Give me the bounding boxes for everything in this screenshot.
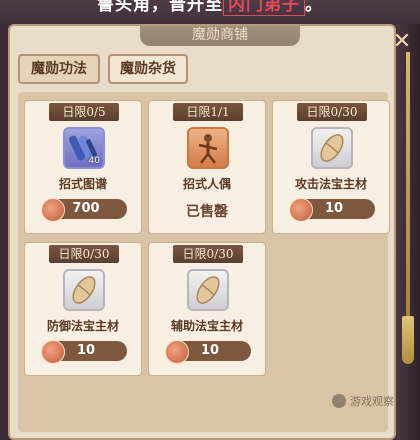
item-name: 招式人偶 (182, 177, 231, 191)
tab-sundries[interactable]: 魔勋杂货 (108, 54, 188, 84)
watermark: 游戏观察 (332, 392, 394, 410)
item-name: 攻击法宝主材 (294, 177, 367, 191)
jade-material-icon (63, 269, 105, 311)
item-name: 辅助法宝主材 (170, 319, 243, 333)
shop-item-card[interactable]: 日限0/30 辅助法宝主材 10 (148, 242, 266, 376)
tassel-cord (406, 52, 410, 322)
item-name: 防御法宝主材 (46, 319, 119, 333)
daily-limit-tag: 日限0/30 (173, 245, 243, 263)
item-name: 招式图谱 (58, 177, 107, 191)
banner-prefix: 鲁头角，晋升至 (97, 0, 223, 15)
sold-out-label: 已售罄 (186, 204, 228, 220)
puppet-icon (187, 127, 229, 169)
scroll-icon: 40 (63, 127, 105, 169)
shop-item-card[interactable]: 日限0/5 40 招式图谱 700 (24, 100, 142, 234)
banner-suffix: 。 (305, 0, 323, 15)
price-bar: 10 (41, 340, 127, 364)
item-price: 10 (200, 343, 220, 358)
daily-limit-tag: 日限0/30 (49, 245, 119, 263)
item-price: 700 (72, 201, 100, 216)
close-icon[interactable]: ✕ (390, 30, 414, 54)
panel-title: 魔勋商铺 (140, 26, 300, 46)
jade-material-icon (311, 127, 353, 169)
tab-martial-arts[interactable]: 魔勋功法 (18, 54, 100, 84)
tassel-icon (402, 316, 414, 364)
banner-highlight: 内门弟子 (223, 0, 305, 16)
left-frame (0, 24, 8, 440)
banner-line: 鲁头角，晋升至 内门弟子。 (0, 0, 420, 16)
shop-item-card[interactable]: 日限0/30 防御法宝主材 10 (24, 242, 142, 376)
watermark-logo-icon (332, 394, 346, 408)
daily-limit-tag: 日限0/5 (49, 103, 119, 121)
item-price: 10 (324, 201, 344, 216)
jade-material-icon (187, 269, 229, 311)
item-price: 10 (76, 343, 96, 358)
shop-item-card[interactable]: 日限0/30 攻击法宝主材 10 (272, 100, 390, 234)
daily-limit-tag: 日限0/30 (297, 103, 367, 121)
item-quantity: 40 (88, 156, 100, 166)
price-bar: 10 (289, 198, 375, 222)
watermark-text: 游戏观察 (350, 395, 394, 408)
shop-item-card[interactable]: 日限1/1 招式人偶 已售罄 (148, 100, 266, 234)
price-bar: 10 (165, 340, 251, 364)
price-bar: 700 (41, 198, 127, 222)
daily-limit-tag: 日限1/1 (173, 103, 243, 121)
